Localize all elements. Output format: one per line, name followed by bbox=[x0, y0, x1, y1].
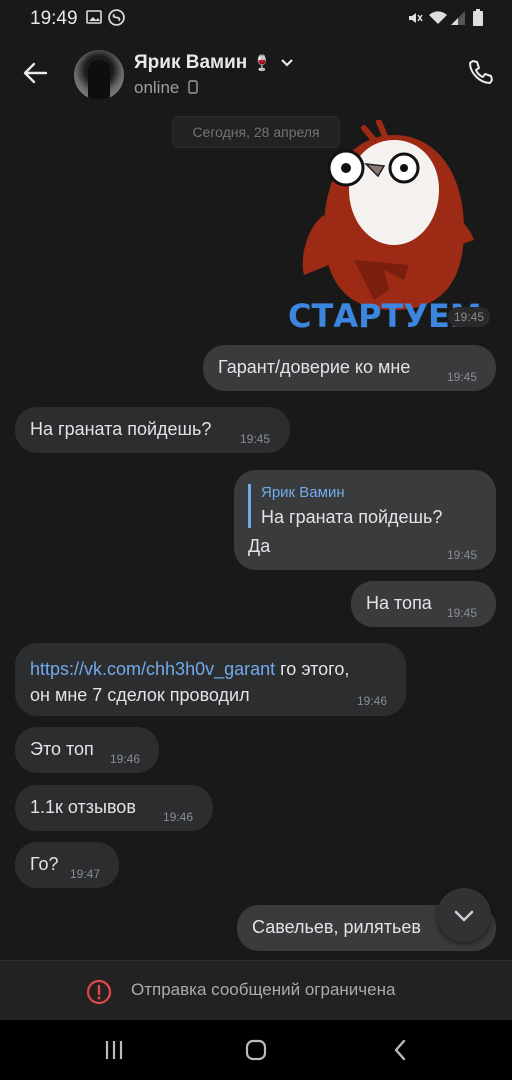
message-text: Это топ bbox=[30, 739, 94, 759]
status-time: 19:49 bbox=[30, 8, 78, 29]
message-time: 19:45 bbox=[448, 307, 491, 327]
composer-restricted: Отправка сообщений ограничена bbox=[0, 960, 512, 1021]
contact-name[interactable]: Ярик Вамин 🍷 bbox=[134, 52, 294, 74]
message-time: 19:45 bbox=[240, 432, 271, 446]
message-time: 19:45 bbox=[447, 370, 478, 384]
outgoing-message[interactable]: На топа 19:45 bbox=[351, 581, 496, 627]
chevron-down-icon[interactable] bbox=[280, 58, 294, 68]
mute-icon bbox=[409, 13, 423, 23]
scroll-down-button[interactable] bbox=[437, 888, 491, 942]
wine-emoji: 🍷 bbox=[252, 55, 272, 72]
outgoing-message[interactable]: Гарант/доверие ко мне 19:45 bbox=[203, 345, 496, 391]
message-text: 1.1к отзывов bbox=[30, 797, 136, 817]
message-time: 19:46 bbox=[357, 694, 388, 708]
recent-apps-icon[interactable] bbox=[104, 1039, 124, 1061]
reply-quote[interactable]: Ярик Вамин На граната пойдешь? bbox=[248, 484, 442, 528]
restriction-text: Отправка сообщений ограничена bbox=[131, 980, 396, 999]
shazam-icon bbox=[108, 9, 125, 26]
back-arrow-icon[interactable] bbox=[20, 58, 50, 88]
message-text: https://vk.com/chh3h0v_garant го этого, … bbox=[30, 659, 350, 705]
system-nav-bar bbox=[0, 1020, 512, 1080]
signal-icon bbox=[451, 11, 465, 25]
message-text: На граната пойдешь? bbox=[30, 419, 212, 439]
message-time: 19:47 bbox=[70, 867, 101, 881]
phone-icon[interactable] bbox=[465, 58, 495, 88]
message-text: Да bbox=[248, 536, 271, 556]
chevron-down-icon bbox=[454, 910, 474, 922]
avatar[interactable] bbox=[74, 50, 124, 100]
reply-text: На граната пойдешь? bbox=[261, 507, 443, 527]
message-link[interactable]: https://vk.com/chh3h0v_garant bbox=[30, 659, 275, 679]
message-time: 19:45 bbox=[447, 548, 478, 562]
message-time: 19:45 bbox=[447, 606, 478, 620]
message-text: Савельев, рилятьев bbox=[252, 917, 421, 937]
message-time: 19:46 bbox=[163, 810, 194, 824]
date-separator: Сегодня, 28 апреля bbox=[172, 116, 340, 148]
message-text: Гарант/доверие ко мне bbox=[218, 357, 411, 377]
message-text: На топа bbox=[366, 593, 432, 613]
incoming-message[interactable]: На граната пойдешь? 19:45 bbox=[15, 407, 290, 453]
home-icon[interactable] bbox=[245, 1039, 267, 1061]
battery-icon bbox=[473, 9, 483, 26]
incoming-message[interactable]: 1.1к отзывов 19:46 bbox=[15, 785, 213, 831]
status-bar: 19:49 bbox=[0, 0, 512, 38]
mobile-icon bbox=[188, 80, 198, 94]
nav-back-icon[interactable] bbox=[392, 1039, 408, 1061]
sticker-sparrow[interactable]: СТАРТУЕМ bbox=[284, 120, 494, 335]
message-text: Го? bbox=[30, 854, 59, 874]
message-time: 19:46 bbox=[110, 752, 141, 766]
message-list[interactable]: СТАРТУЕМ 19:45 Сегодня, 28 апреля Гарант… bbox=[0, 110, 512, 960]
wifi-icon bbox=[429, 11, 447, 24]
incoming-message[interactable]: Го? 19:47 bbox=[15, 842, 119, 888]
gallery-icon bbox=[86, 10, 102, 24]
incoming-message[interactable]: Это топ 19:46 bbox=[15, 727, 159, 773]
chat-header: Ярик Вамин 🍷 online bbox=[0, 38, 512, 110]
incoming-message[interactable]: https://vk.com/chh3h0v_garant го этого, … bbox=[15, 643, 406, 716]
reply-author: Ярик Вамин bbox=[261, 484, 345, 501]
outgoing-reply-message[interactable]: Ярик Вамин На граната пойдешь? Да 19:45 bbox=[234, 470, 496, 570]
online-status: online bbox=[134, 78, 198, 98]
warning-icon bbox=[86, 979, 112, 1005]
